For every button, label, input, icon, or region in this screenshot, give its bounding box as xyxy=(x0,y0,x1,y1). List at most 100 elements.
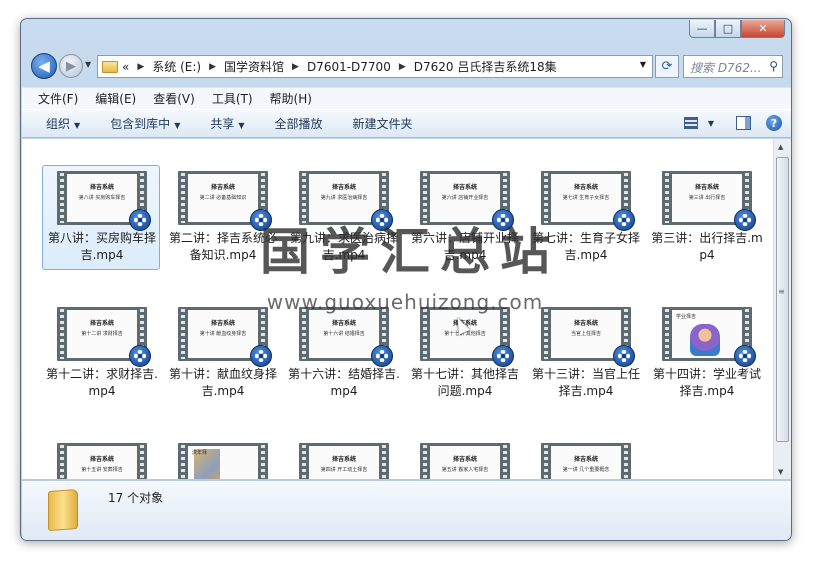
thumbnail-title: 择吉系统 xyxy=(89,184,114,191)
file-item[interactable]: 择吉系统 第十六讲 结婚择吉 第十六讲：结婚择吉.mp4 xyxy=(284,301,402,406)
scroll-down-icon[interactable]: ▼ xyxy=(778,468,783,476)
chevron-right-icon[interactable]: ▶ xyxy=(292,62,299,72)
thumbnail-title: 择吉系统 xyxy=(694,184,719,191)
file-item[interactable]: 流年择 xyxy=(163,437,281,479)
thumbnail-frame: 择吉系统 第十讲 献血纹身择吉 xyxy=(188,310,258,358)
menu-tools[interactable]: 工具(T) xyxy=(212,90,253,107)
thumbnail-frame: 择吉系统 第二讲 必备基础知识 xyxy=(188,174,258,222)
thumbnail-frame: 流年择 xyxy=(188,446,258,479)
file-item[interactable]: 择吉系统当官上任择吉第十三讲：当官上任择吉.mp4 xyxy=(526,301,644,406)
media-player-icon xyxy=(613,209,635,231)
thumbnail-frame: 择吉系统第十五讲 安葬择吉 xyxy=(67,446,137,479)
file-name: 第十三讲：当官上任择吉.mp4 xyxy=(531,367,640,398)
media-player-icon xyxy=(129,209,151,231)
breadcrumb-library[interactable]: 国学资料馆 xyxy=(224,58,284,75)
file-item[interactable]: 择吉系统 第六讲 店铺开业择吉第六讲：店铺开业择吉.mp4 xyxy=(405,165,523,270)
file-name: 第十讲：献血纹身择吉.mp4 xyxy=(168,367,277,398)
thumbnail-frame: 择吉系统 第五讲 搬家入宅择吉 xyxy=(430,446,500,479)
media-player-icon xyxy=(613,345,635,367)
media-player-icon xyxy=(734,209,756,231)
close-button[interactable]: ✕ xyxy=(741,20,785,38)
maximize-button[interactable]: □ xyxy=(715,20,741,38)
filmstrip-frame: 择吉系统 第一讲 几个重要概念 xyxy=(541,443,631,479)
file-item[interactable]: 择吉系统第三讲 出行择吉第三讲：出行择吉.mp4 xyxy=(647,165,765,270)
include-in-library-button[interactable]: 包含到库中 ▼ xyxy=(110,115,180,132)
thumbnail-subtitle: 第六讲 店铺开业择吉 xyxy=(441,195,489,201)
vertical-scrollbar[interactable]: ▲ ≡ ▼ xyxy=(773,139,791,479)
explorer-window: — □ ✕ ◀ ▶ ▼ « ▶ 系统 (E:) ▶ 国学资料馆 ▶ D7601-… xyxy=(20,18,792,541)
menu-file[interactable]: 文件(F) xyxy=(38,90,78,107)
file-name: 第十七讲：其他择吉问题.mp4 xyxy=(410,367,519,398)
share-button[interactable]: 共享 ▼ xyxy=(210,115,244,132)
menu-edit[interactable]: 编辑(E) xyxy=(95,90,136,107)
video-thumbnail: 择吉系统 第五讲 搬家入宅择吉 xyxy=(420,443,510,479)
media-player-icon xyxy=(492,345,514,367)
file-item[interactable]: 择吉系统 第七讲 生育子女择吉 第七讲：生育子女择吉.mp4 xyxy=(526,165,644,270)
breadcrumb-drive[interactable]: 系统 (E:) xyxy=(152,58,201,75)
change-view-button[interactable] xyxy=(682,115,700,131)
thumbnail-frame: 择吉系统 第九讲 求医治病择吉 xyxy=(309,174,379,222)
thumbnail-subtitle: 第十五讲 安葬择吉 xyxy=(81,467,123,473)
chevron-down-icon: ▼ xyxy=(174,121,181,130)
file-name: 第六讲：店铺开业择吉.mp4 xyxy=(410,231,519,262)
thumbnail-title: 择吉系统 xyxy=(452,456,477,463)
address-bar[interactable]: « ▶ 系统 (E:) ▶ 国学资料馆 ▶ D7601-D7700 ▶ D762… xyxy=(97,55,653,78)
file-list-pane: 择吉系统 第八讲 买房购车择吉 第八讲：买房购车择吉.mp4 择吉系统 第二讲 必备基础… xyxy=(22,139,773,479)
chevron-right-icon[interactable]: ▶ xyxy=(137,62,144,72)
file-name: 第三讲：出行择吉.mp4 xyxy=(651,231,763,262)
file-item[interactable]: 择吉系统 第十二讲 求财择吉 第十二讲：求财择吉.mp4 xyxy=(42,301,160,406)
search-input[interactable]: 搜索 D762... ⚲ xyxy=(683,55,783,78)
arrow-right-icon: ▶ xyxy=(66,58,76,74)
breadcrumb-overflow[interactable]: « xyxy=(122,60,129,74)
search-icon[interactable]: ⚲ xyxy=(769,59,778,73)
minimize-button[interactable]: — xyxy=(689,20,715,38)
organize-button[interactable]: 组织 ▼ xyxy=(46,115,80,132)
thumbnail-frame: 择吉系统第八讲 买房购车择吉 xyxy=(67,174,137,222)
file-item[interactable]: 择吉系统 第九讲 求医治病择吉 第九讲：求医治病择吉.mp4 xyxy=(284,165,402,270)
media-player-icon xyxy=(371,209,393,231)
thumbnail-title: 择吉系统 xyxy=(573,184,598,191)
back-button[interactable]: ◀ xyxy=(31,53,57,79)
file-item[interactable]: 择吉系统 第四讲 开工动土择吉 xyxy=(284,437,402,479)
new-folder-button[interactable]: 新建文件夹 xyxy=(353,115,413,132)
cartoon-image xyxy=(690,324,720,356)
breadcrumb-range[interactable]: D7601-D7700 xyxy=(307,60,391,74)
file-item[interactable]: 择吉系统 第十讲 献血纹身择吉第十讲：献血纹身择吉.mp4 xyxy=(163,301,281,406)
file-item[interactable]: 学业择吉 第十四讲：学业考试择吉.mp4 xyxy=(647,301,765,406)
scrollbar-grip-icon: ≡ xyxy=(778,287,785,296)
recent-pages-dropdown[interactable]: ▼ xyxy=(85,60,91,69)
thumbnail-title: 择吉系统 xyxy=(89,456,114,463)
play-all-button[interactable]: 全部播放 xyxy=(275,115,323,132)
refresh-button[interactable]: ⟳ xyxy=(655,55,679,78)
view-dropdown-button[interactable]: ▼ xyxy=(702,115,720,131)
thumbnail-title: 择吉系统 xyxy=(331,184,356,191)
video-thumbnail: 择吉系统 第七讲 生育子女择吉 xyxy=(541,171,635,231)
chevron-right-icon[interactable]: ▶ xyxy=(209,62,216,72)
file-item[interactable]: 择吉系统 第五讲 搬家入宅择吉 xyxy=(405,437,523,479)
scroll-up-icon[interactable]: ▲ xyxy=(778,143,783,151)
menu-view[interactable]: 查看(V) xyxy=(153,90,195,107)
help-button[interactable]: ? xyxy=(766,115,782,131)
thumbnail-title: 学业择吉 xyxy=(676,314,697,320)
preview-pane-button[interactable] xyxy=(734,115,752,131)
menu-help[interactable]: 帮助(H) xyxy=(270,90,312,107)
media-player-icon xyxy=(250,209,272,231)
forward-button[interactable]: ▶ xyxy=(59,54,83,78)
scrollbar-thumb[interactable] xyxy=(776,157,789,442)
file-name: 第十六讲：结婚择吉.mp4 xyxy=(288,367,400,398)
thumbnail-frame: 择吉系统 第六讲 店铺开业择吉 xyxy=(430,174,500,222)
breadcrumb-current[interactable]: D7620 吕氏择吉系统18集 xyxy=(414,58,557,75)
thumbnail-subtitle: 第八讲 买房购车择吉 xyxy=(78,195,126,201)
file-item[interactable]: 择吉系统 第二讲 必备基础知识 第二讲：择吉系统必备知识.mp4 xyxy=(163,165,281,270)
thumbnail-subtitle: 第三讲 出行择吉 xyxy=(688,195,726,201)
thumbnail-subtitle: 第二讲 必备基础知识 xyxy=(199,195,247,201)
folder-icon xyxy=(102,60,118,73)
file-item[interactable]: 择吉系统 第一讲 几个重要概念 xyxy=(526,437,644,479)
file-item[interactable]: 择吉系统 第八讲 买房购车择吉 第八讲：买房购车择吉.mp4 xyxy=(42,165,160,270)
file-item[interactable]: 择吉系统第十五讲 安葬择吉 xyxy=(42,437,160,479)
arrow-left-icon: ◀ xyxy=(38,57,50,75)
address-dropdown-icon[interactable]: ▼ xyxy=(640,60,646,69)
chevron-right-icon[interactable]: ▶ xyxy=(399,62,406,72)
thumbnail-title: 择吉系统 xyxy=(573,320,598,327)
thumbnail-subtitle: 当官上任择吉 xyxy=(570,331,601,337)
